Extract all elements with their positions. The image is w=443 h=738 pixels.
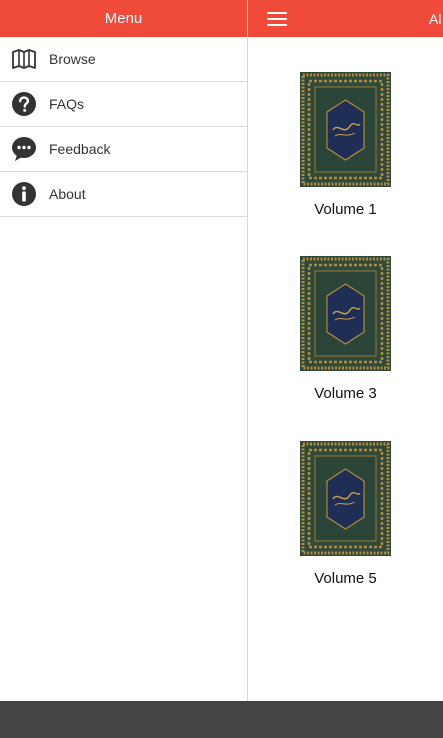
menu-header: Menu <box>0 0 247 37</box>
side-menu: Menu Browse FAQs Feedback About <box>0 0 248 701</box>
book-cover-image <box>300 72 391 187</box>
book-card-volume-3[interactable]: Volume 3 <box>300 256 391 402</box>
menu-item-label: Feedback <box>49 141 111 157</box>
chat-bubble-icon <box>11 136 37 162</box>
menu-item-faqs[interactable]: FAQs <box>0 82 247 127</box>
book-title: Volume 5 <box>314 570 377 587</box>
book-title: Volume 1 <box>314 201 377 218</box>
app-header: Al <box>248 0 443 37</box>
menu-list: Browse FAQs Feedback About <box>0 37 247 217</box>
info-icon <box>11 181 37 207</box>
menu-item-feedback[interactable]: Feedback <box>0 127 247 172</box>
book-cover-image <box>300 256 391 371</box>
menu-item-label: FAQs <box>49 96 85 112</box>
book-cover-image <box>300 441 391 556</box>
book-card-volume-5[interactable]: Volume 5 <box>300 441 391 587</box>
menu-title: Menu <box>104 10 143 27</box>
main-content: Al Volume 1 Volume 3 Volume 5 <box>248 0 443 701</box>
menu-item-label: Browse <box>49 51 96 67</box>
page-title: Al <box>429 11 442 27</box>
map-icon <box>11 46 37 72</box>
menu-item-about[interactable]: About <box>0 172 247 217</box>
bottom-bar <box>0 701 443 738</box>
menu-item-label: About <box>49 186 86 202</box>
book-title: Volume 3 <box>314 385 377 402</box>
question-icon <box>11 91 37 117</box>
hamburger-icon[interactable] <box>267 11 287 26</box>
book-card-volume-1[interactable]: Volume 1 <box>300 72 391 218</box>
menu-item-browse[interactable]: Browse <box>0 37 247 82</box>
